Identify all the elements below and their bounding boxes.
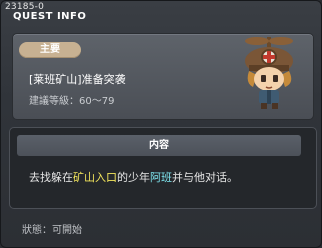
recommended-level: 建議等級：60～79: [29, 96, 115, 107]
desc-text-1: 去找躲在: [29, 171, 73, 184]
window-title: QUEST INFO: [13, 11, 87, 22]
quest-type-badge: 主要: [19, 42, 81, 58]
npc-name-highlight: 阿班: [150, 171, 172, 184]
desc-text-2: 的少年: [117, 171, 150, 184]
quest-info-window: 23185-0 QUEST INFO 主要 [莱班矿山]准备突袭 建議等級：60…: [0, 0, 322, 248]
quest-name: [莱班矿山]准备突袭: [29, 73, 126, 86]
quest-status: 狀態：可開始: [22, 225, 82, 236]
desc-text-3: 并与他对话。: [172, 171, 238, 184]
location-highlight: 矿山入口: [73, 171, 117, 184]
content-section-header: 内容: [17, 135, 301, 156]
quest-description: 去找躲在矿山入口的少年阿班并与他对话。: [29, 169, 238, 185]
npc-portrait-icon: [245, 37, 293, 109]
